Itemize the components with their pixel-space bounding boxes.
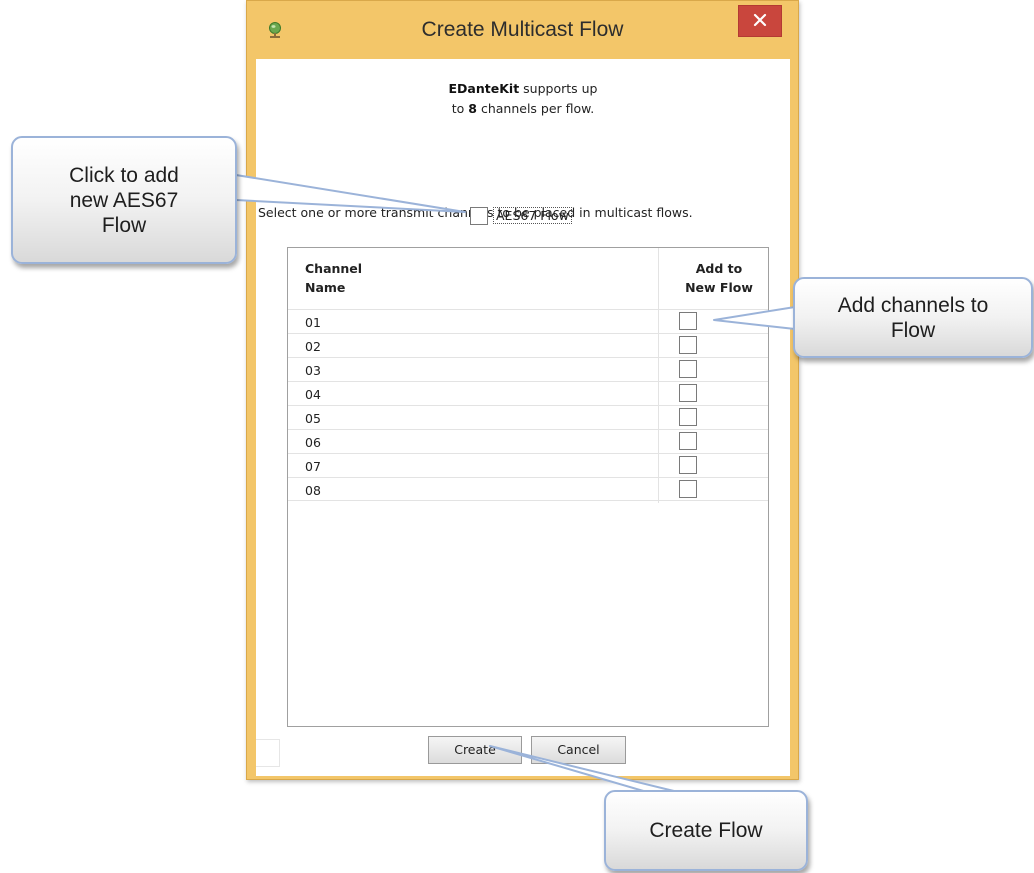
channel-name-cell: 08 (305, 483, 321, 498)
channel-name-cell: 07 (305, 459, 321, 474)
column-header-add-to-new-flow[interactable]: Add to New Flow (677, 259, 761, 297)
column-header-channel-name[interactable]: Channel Name (305, 259, 362, 297)
add-to-flow-checkbox[interactable] (679, 408, 697, 426)
table-row[interactable]: 05 (288, 405, 768, 429)
support-info-line-2-text: channels per flow. (477, 101, 595, 116)
add-to-flow-checkbox[interactable] (679, 456, 697, 474)
table-row[interactable]: 01 (288, 309, 768, 333)
close-button[interactable] (738, 5, 782, 37)
table-row[interactable]: 04 (288, 381, 768, 405)
support-info-line-1-text: supports up (519, 81, 598, 96)
table-row[interactable]: 06 (288, 429, 768, 453)
dialog-title: Create Multicast Flow (421, 18, 624, 41)
table-row[interactable]: 02 (288, 333, 768, 357)
create-flow-callout: Create Flow (604, 790, 808, 871)
dialog-content: EDanteKit supports up to 8 channels per … (256, 59, 790, 776)
support-info-line-2: to 8 channels per flow. (256, 99, 790, 119)
channel-name-cell: 01 (305, 315, 321, 330)
max-channels-value: 8 (468, 101, 477, 116)
create-multicast-flow-dialog: Create Multicast Flow EDanteKit supports… (246, 0, 799, 780)
add-to-flow-checkbox[interactable] (679, 360, 697, 378)
channel-name-cell: 04 (305, 387, 321, 402)
channel-name-cell: 06 (305, 435, 321, 450)
aes67-flow-label[interactable]: AES67 Flow (493, 207, 572, 224)
add-to-flow-checkbox[interactable] (679, 480, 697, 498)
cancel-button[interactable]: Cancel (531, 736, 626, 764)
create-button[interactable]: Create (428, 736, 522, 764)
column-header-add-line-2: New Flow (685, 280, 753, 295)
product-name: EDanteKit (448, 81, 520, 96)
support-info-line-1: EDanteKit supports up (256, 79, 790, 99)
table-row[interactable]: 03 (288, 357, 768, 381)
aes67-callout-line-2: new AES67 (69, 188, 179, 212)
add-to-flow-checkbox[interactable] (679, 432, 697, 450)
support-info-line-2-prefix: to (451, 101, 469, 116)
channel-name-cell: 02 (305, 339, 321, 354)
channel-name-cell: 05 (305, 411, 321, 426)
close-icon (753, 12, 767, 31)
column-header-add-line-1: Add to (695, 261, 743, 276)
add-to-flow-checkbox[interactable] (679, 384, 697, 402)
aes67-callout: Click to add new AES67 Flow (11, 136, 237, 264)
channel-table: Channel Name Add to New Flow 01 02 03 04 (287, 247, 769, 727)
title-bar[interactable]: Create Multicast Flow (247, 1, 798, 59)
add-to-flow-checkbox[interactable] (679, 336, 697, 354)
column-header-channel-name-line-2: Name (305, 280, 346, 295)
aes67-callout-line-3: Flow (101, 213, 147, 237)
create-flow-callout-text: Create Flow (649, 819, 763, 842)
aes67-callout-line-1: Click to add (69, 163, 179, 187)
table-row[interactable]: 07 (288, 453, 768, 477)
aes67-flow-checkbox[interactable] (470, 207, 488, 225)
table-row[interactable]: 08 (288, 477, 768, 501)
add-channels-callout-line-1: Add channels to (837, 293, 989, 317)
add-channels-callout: Add channels to Flow (793, 277, 1033, 358)
faint-ok-remnant (256, 739, 280, 767)
add-channels-callout-line-2: Flow (890, 318, 936, 342)
add-to-flow-checkbox[interactable] (679, 312, 697, 330)
channel-name-cell: 03 (305, 363, 321, 378)
column-header-channel-name-line-1: Channel (305, 261, 363, 276)
